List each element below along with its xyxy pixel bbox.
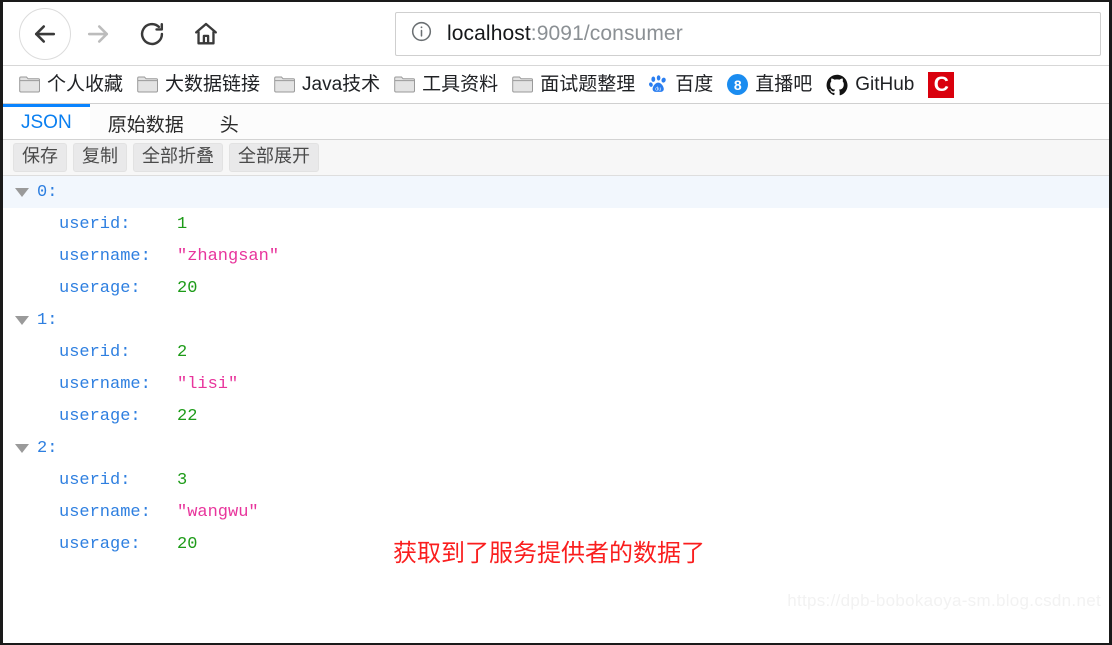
bookmark-item-github[interactable]: GitHub [820,70,922,100]
json-key: username: [59,374,151,394]
tab-label: 原始数据 [107,114,184,136]
tab-headers[interactable]: 头 [202,104,257,139]
bookmark-item-baidu[interactable]: du 百度 [643,70,721,100]
back-button[interactable] [19,7,71,60]
json-property-row: userid: 3 [3,464,1109,496]
navigation-toolbar: localhost:9091/consumer [3,2,1109,66]
baidu-icon: du [649,75,668,94]
json-key: userage: [59,406,141,426]
json-value: 22 [177,406,198,426]
json-array-index-row[interactable]: 0: [3,176,1109,208]
json-array-index-row[interactable]: 2: [3,432,1109,464]
collapse-all-button[interactable]: 全部折叠 [133,143,223,172]
tab-json[interactable]: JSON [3,104,90,139]
bookmark-label: 工具资料 [422,74,499,95]
json-value: 1 [177,214,188,234]
json-key: username: [59,502,151,522]
back-arrow-icon [30,19,60,49]
bookmark-label: 百度 [675,74,714,95]
bookmark-label: GitHub [855,74,915,95]
json-property-row: userid: 2 [3,336,1109,368]
json-value: 20 [177,534,198,554]
browser-window: localhost:9091/consumer 个人收藏 大数据链接 Java技… [0,0,1112,645]
url-path: :9091/consumer [530,22,683,45]
json-index-label: 2: [37,438,58,458]
expand-all-button[interactable]: 全部展开 [229,143,319,172]
json-content-area: 0: userid: 1 username: "zhangsan" userag… [3,176,1109,619]
json-key: userid: [59,470,131,490]
json-value: "zhangsan" [177,246,280,266]
reload-button[interactable] [125,7,179,61]
eight-circle-icon: 8 [727,74,749,95]
bookmark-item-bigdata-links[interactable]: 大数据链接 [131,70,268,100]
json-viewer-tabs: JSON 原始数据 头 [3,104,1109,140]
json-property-row: userid: 1 [3,208,1109,240]
json-viewer-toolbar: 保存 复制 全部折叠 全部展开 [3,140,1109,176]
bookmark-item-red-c[interactable]: C [922,70,962,100]
folder-icon [394,76,416,93]
home-icon [192,20,220,48]
github-icon [826,74,848,96]
address-bar[interactable]: localhost:9091/consumer [395,12,1101,56]
folder-icon [19,76,40,93]
bookmark-label: 大数据链接 [165,74,261,95]
json-key: userid: [59,214,131,234]
bookmark-label: 个人收藏 [47,74,124,95]
json-key: userage: [59,534,141,554]
json-key: userage: [59,278,141,298]
json-value: 2 [177,342,188,362]
chevron-down-icon[interactable] [15,187,29,197]
forward-button[interactable] [71,7,125,61]
annotation-text: 获取到了服务提供者的数据了 [393,540,705,567]
bookmark-label: 直播吧 [755,74,813,95]
bookmark-item-java-tech[interactable]: Java技术 [268,70,388,100]
svg-text:du: du [656,86,662,92]
forward-arrow-icon [83,19,113,49]
bookmark-item-tools[interactable]: 工具资料 [388,70,506,100]
folder-icon [512,76,534,93]
json-property-row: username: "lisi" [3,368,1109,400]
save-button[interactable]: 保存 [13,143,67,172]
bookmarks-bar: 个人收藏 大数据链接 Java技术 工具资料 面试题整理 du 百度 8 直播吧… [3,66,1109,104]
json-property-row: username: "zhangsan" [3,240,1109,272]
json-key: userid: [59,342,131,362]
json-key: username: [59,246,151,266]
reload-icon [138,20,166,48]
bookmark-label: Java技术 [302,74,381,95]
json-property-row: userage: 22 [3,400,1109,432]
bookmark-item-personal-collection[interactable]: 个人收藏 [13,70,131,100]
json-value: "wangwu" [177,502,259,522]
json-index-label: 1: [37,310,58,330]
bookmark-item-zhibo8[interactable]: 8 直播吧 [721,70,820,100]
bookmark-label: 面试题整理 [540,74,636,95]
json-property-row: userage: 20 [3,272,1109,304]
chevron-down-icon[interactable] [15,315,29,325]
folder-icon [137,76,159,93]
json-array-index-row[interactable]: 1: [3,304,1109,336]
tab-raw-data[interactable]: 原始数据 [90,104,202,139]
json-property-row: username: "wangwu" [3,496,1109,528]
bookmark-item-interview-questions[interactable]: 面试题整理 [506,70,643,100]
json-value: 3 [177,470,188,490]
folder-icon [274,76,296,93]
info-icon[interactable] [410,20,433,48]
copy-button[interactable]: 复制 [73,143,127,172]
watermark: https://dpb-bobokaoya-sm.blog.csdn.net [787,591,1101,610]
chevron-down-icon[interactable] [15,443,29,453]
red-c-icon: C [928,71,955,98]
tab-label: JSON [21,112,72,133]
home-button[interactable] [179,7,233,61]
tab-label: 头 [219,114,239,136]
json-index-label: 0: [37,182,58,202]
json-value: 20 [177,278,198,298]
json-value: "lisi" [177,374,239,394]
url-host: localhost [447,22,531,45]
